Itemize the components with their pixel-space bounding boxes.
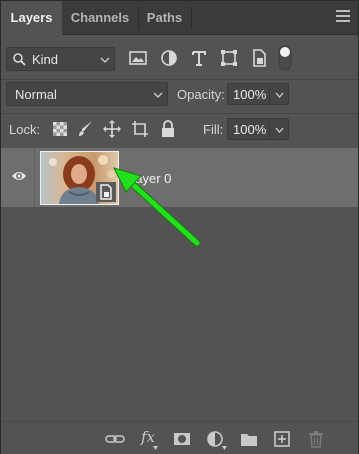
layer-row[interactable]: Layer 0 <box>1 148 358 207</box>
chevron-down-icon <box>153 446 158 450</box>
tab-bar: Layers Channels Paths <box>1 1 358 36</box>
filter-kind-label: Kind <box>32 52 59 67</box>
opacity-label: Opacity: <box>177 87 225 102</box>
opacity-value: 100% <box>233 87 267 102</box>
lock-label: Lock: <box>9 122 41 137</box>
chevron-down-icon <box>153 92 163 98</box>
opacity-dropdown[interactable] <box>269 84 288 104</box>
lock-transparent-pixels-icon[interactable] <box>50 119 70 139</box>
type-filter-icon[interactable] <box>189 48 209 68</box>
fill-dropdown[interactable] <box>269 119 288 139</box>
tab-layers[interactable]: Layers <box>1 1 62 36</box>
fill-label: Fill: <box>203 122 224 137</box>
opacity-field[interactable]: 100% <box>227 83 289 105</box>
layers-bottom-toolbar: fx <box>1 421 358 454</box>
lock-artboard-icon[interactable] <box>130 119 150 139</box>
image-filter-icon[interactable] <box>128 48 148 68</box>
lock-image-pixels-icon[interactable] <box>76 119 96 139</box>
layer-mask-icon[interactable] <box>172 430 192 448</box>
divider <box>1 79 358 80</box>
divider <box>34 148 35 207</box>
smart-object-filter-icon[interactable] <box>249 48 269 68</box>
chevron-down-icon <box>275 127 284 133</box>
tab-channels[interactable]: Channels <box>62 1 138 35</box>
new-layer-icon[interactable] <box>272 430 292 448</box>
trash-icon[interactable] <box>306 430 326 448</box>
chevron-down-icon <box>275 92 284 98</box>
smart-object-badge-icon <box>96 182 116 202</box>
filter-toggle-icon[interactable] <box>278 45 292 71</box>
chevron-down-icon <box>100 57 110 63</box>
tab-separator <box>191 7 192 29</box>
lock-all-icon[interactable] <box>158 119 178 139</box>
shape-filter-icon[interactable] <box>219 48 239 68</box>
layers-panel: Layers Channels Paths Kind Normal Opacit… <box>0 0 359 454</box>
panel-menu-icon[interactable] <box>336 10 350 24</box>
blend-mode-label: Normal <box>15 87 57 102</box>
filter-kind-select[interactable]: Kind <box>6 47 115 71</box>
layer-thumbnail[interactable] <box>40 151 119 205</box>
lock-position-icon[interactable] <box>102 119 122 139</box>
fx-icon[interactable]: fx <box>141 428 155 446</box>
tab-paths[interactable]: Paths <box>138 1 191 35</box>
fill-value: 100% <box>233 122 267 137</box>
visibility-eye-icon[interactable] <box>11 170 27 182</box>
search-icon <box>13 53 26 66</box>
group-folder-icon[interactable] <box>239 430 259 448</box>
adjustment-filter-icon[interactable] <box>159 48 179 68</box>
blend-mode-select[interactable]: Normal <box>6 82 168 106</box>
divider <box>1 113 358 114</box>
link-layers-icon[interactable] <box>105 430 125 448</box>
chevron-down-icon <box>222 446 227 450</box>
fill-field[interactable]: 100% <box>227 118 289 140</box>
layer-name[interactable]: Layer 0 <box>128 171 171 186</box>
